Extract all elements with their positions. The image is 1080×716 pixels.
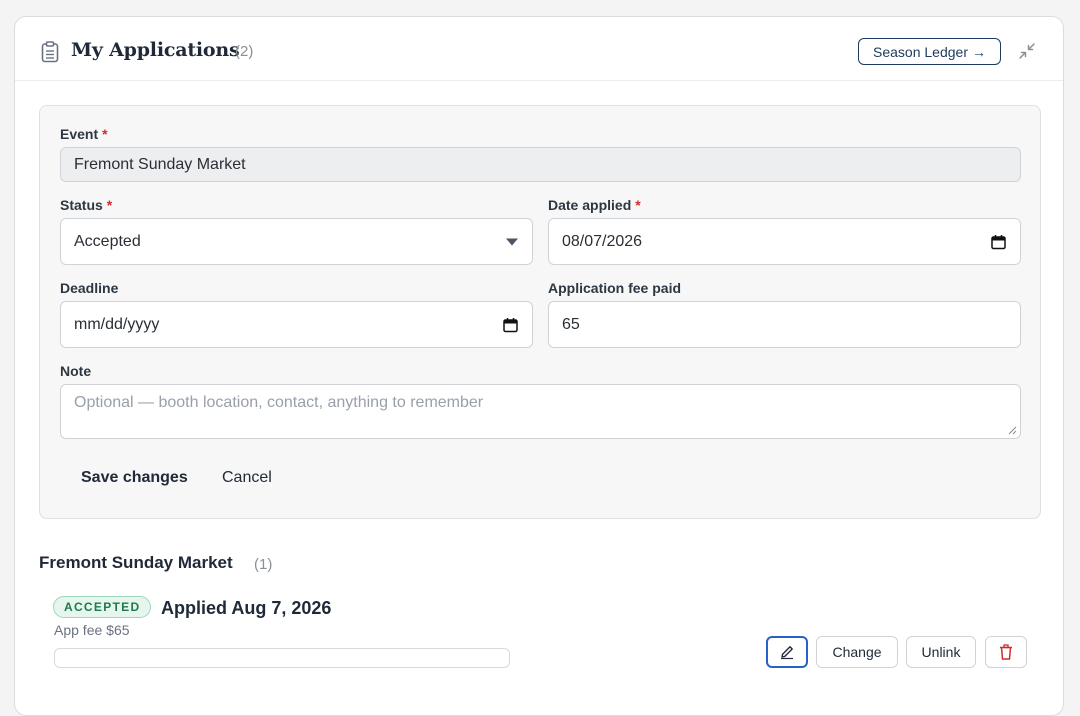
pencil-icon [781,646,793,660]
note-textarea[interactable]: Optional — booth location, contact, anyt… [60,384,1021,439]
edit-button[interactable] [766,636,808,668]
save-changes-button[interactable]: Save changes [81,469,188,487]
group-title: Fremont Sunday Market [39,553,233,572]
fee-value: 65 [562,315,580,333]
date-applied-label: Date applied * [548,197,641,213]
applications-count: (2) [235,43,254,60]
deadline-label: Deadline [60,280,119,296]
status-badge: ACCEPTED [53,596,152,618]
application-edit-form: Event * Fremont Sunday Market Status * Acc… [39,105,1041,519]
event-value: Fremont Sunday Market [74,155,246,173]
status-value: Accepted [74,232,141,250]
applied-date: Applied Aug 7, 2026 [161,598,332,618]
event-label: Event * [60,126,108,142]
status-select[interactable]: Accepted [60,218,533,265]
unlink-button[interactable]: Unlink [906,636,976,668]
deadline-value: mm/dd/yyyy [74,315,160,333]
cancel-button[interactable]: Cancel [222,469,272,487]
date-applied-value: 08/07/2026 [562,232,643,250]
resize-grip-icon[interactable] [1008,426,1017,435]
deadline-input[interactable]: mm/dd/yyyy [60,301,533,348]
date-applied-input[interactable]: 08/07/2026 [548,218,1021,265]
caret-down-icon [506,238,518,245]
arrow-right-icon: → [971,43,986,60]
event-field[interactable]: Fremont Sunday Market [60,147,1021,182]
group-count: (1) [254,556,273,573]
note-placeholder: Optional — booth location, contact, anyt… [74,394,484,411]
entry-note-field[interactable] [54,648,510,668]
card-header: My Applications (2) Season Ledger → [15,17,1063,81]
fee-label: Application fee paid [548,280,682,296]
trash-icon [1000,644,1012,660]
app-fee: App fee $65 [54,622,130,638]
note-label: Note [60,363,92,379]
status-label: Status * [60,197,113,213]
fee-input[interactable]: 65 [548,301,1021,348]
clipboard-icon [41,41,59,63]
calendar-icon[interactable] [503,317,518,332]
page-title: My Applications [71,39,240,61]
applications-card: My Applications (2) Season Ledger → Even… [14,16,1064,716]
season-ledger-label: Season Ledger [873,43,968,60]
delete-button[interactable] [985,636,1027,668]
change-button[interactable]: Change [816,636,898,668]
collapse-icon[interactable] [1018,42,1036,60]
season-ledger-button[interactable]: Season Ledger → [858,38,1001,65]
calendar-icon[interactable] [991,234,1006,249]
